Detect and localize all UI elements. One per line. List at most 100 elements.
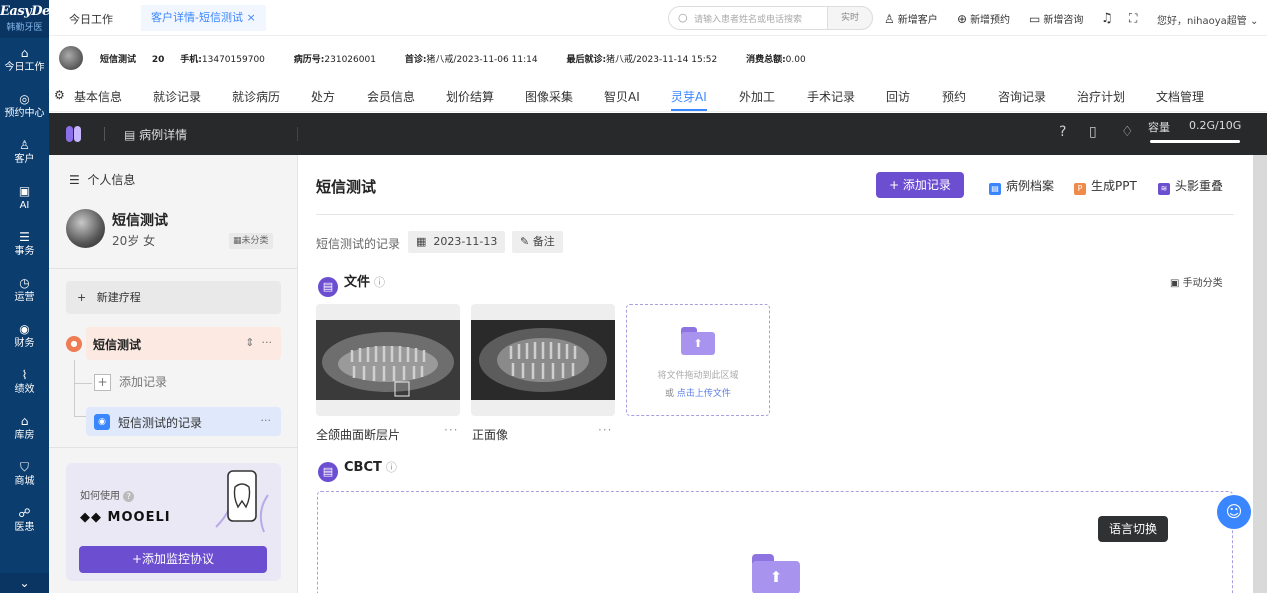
gear-icon[interactable]: ⚙ [54,88,65,102]
date-chip[interactable]: ▦ 2023-11-13 [408,231,506,253]
case-item[interactable]: 短信测试 ⇕ ··· [86,327,281,360]
tab-1[interactable]: 就诊记录 [153,88,201,105]
cbct-title: CBCT [344,460,382,475]
case-archive-button[interactable]: ▤ 病例档案 [989,177,1054,195]
record-item[interactable]: ◉ 短信测试的记录 ··· [86,407,281,436]
nav-item[interactable]: ⌇ 绩效 [0,360,49,406]
nav-item[interactable]: ⛉ 商城 [0,452,49,498]
note-button[interactable]: ✎ 备注 [512,231,563,253]
add-consult-button[interactable]: ▭ 新增咨询 [1029,11,1083,26]
tab-5[interactable]: 划价结算 [446,88,494,105]
divider [316,214,1234,215]
nav-item[interactable]: ▣ AI [0,176,49,222]
new-course-button[interactable]: + 新建疗程 [66,281,281,314]
tab-6[interactable]: 图像采集 [525,88,573,105]
search-box[interactable]: ○ 请输入患者姓名或电话搜索 实时 [668,6,873,30]
more-icon[interactable]: ··· [261,414,272,427]
avatar [66,209,105,248]
nav-icon: ◷ [19,276,30,290]
patient-summary: 短信测试 20 手机:13470159700 病历号:231026001 首诊:… [49,38,1267,80]
upload-link[interactable]: 点击上传文件 [677,389,731,399]
nav-label: AI [19,200,30,211]
search-input[interactable]: 请输入患者姓名或电话搜索 [694,12,802,25]
record-value: 231026001 [324,55,376,65]
add-record-item[interactable]: + 添加记录 [94,373,167,391]
upload-or: 或 点击上传文件 [627,386,769,399]
notification-icon[interactable]: ♢ [1121,124,1134,140]
nav-item[interactable]: ☰ 事务 [0,222,49,268]
divider [297,127,298,141]
question-icon: ? [123,491,135,502]
tab-7[interactable]: 智贝AI [604,88,640,105]
record-label: 短信测试的记录 [316,237,401,251]
add-customer-button[interactable]: ♙ 新增客户 [884,11,938,26]
tab-12[interactable]: 预约 [942,88,966,105]
tab-10[interactable]: 手术记录 [807,88,855,105]
file-clock-icon[interactable]: ▯ [1089,124,1097,140]
tab-0[interactable]: 基本信息 [74,88,122,105]
divider [104,127,105,141]
personal-info-header: ☰ 个人信息 [69,171,135,188]
nav-item[interactable]: ⌂ 库房 [0,406,49,452]
nav-item[interactable]: ♙ 客户 [0,130,49,176]
thumb-caption: 正面像 [472,428,509,442]
tab-9[interactable]: 外加工 [739,88,775,105]
add-user-icon: ♙ [884,12,895,26]
manual-classify-button[interactable]: ▣ 手动分类 [1170,274,1223,289]
search-icon: ○ [678,11,688,24]
ceph-overlay-button[interactable]: ≋ 头影重叠 [1158,177,1223,195]
archive-icon: ▤ [989,183,1001,195]
tab-2[interactable]: 就诊病历 [232,88,280,105]
manual-classify-label: 手动分类 [1182,278,1223,289]
add-appointment-button[interactable]: ⊕ 新增预约 [957,11,1010,26]
add-record-button[interactable]: + 添加记录 [876,172,964,198]
more-icon[interactable]: ··· [444,423,458,437]
nav-item[interactable]: ☍ 医患 [0,498,49,544]
more-icon[interactable]: ··· [598,423,612,437]
user-service-icon[interactable]: ☺ [1217,495,1251,529]
cbct-upload-dropzone[interactable]: ⬆ [317,491,1233,593]
tab-15[interactable]: 文档管理 [1156,88,1204,105]
search-mode-button[interactable]: 实时 [827,6,873,30]
nav-icon: ⌂ [20,414,29,428]
nav-label: 今日工作 [4,62,45,73]
info-icon[interactable]: ⓘ [386,461,397,474]
xray-thumbnail-frontal[interactable] [471,304,615,416]
record-label: 病历号: [293,55,325,65]
tab-11[interactable]: 回访 [886,88,910,105]
tab-13[interactable]: 咨询记录 [998,88,1046,105]
xray-thumbnail-panoramic[interactable] [316,304,460,416]
tab-3[interactable]: 处方 [311,88,335,105]
how-to-use[interactable]: 如何使用 ? [80,487,135,502]
case-actions[interactable]: ⇕ ··· [245,336,272,349]
tab-4[interactable]: 会员信息 [367,88,415,105]
nav-expand-chevron-icon[interactable]: ⌄ [0,573,49,593]
left-panel: ☰ 个人信息 短信测试 20岁 女 ▦未分类 + 新建疗程 ● 短信测试 ⇕ ·… [49,155,298,593]
user-greeting[interactable]: 您好，nihaoya超管 ⌄ [1157,12,1258,27]
tab-8[interactable]: 灵芽AI [671,88,707,111]
ceph-overlay-label: 头影重叠 [1175,179,1224,193]
tab-customer-detail[interactable]: 客户详情-短信测试 × [141,5,266,31]
nav-label: 预约中心 [4,108,45,119]
mooeli-label: MOOELI [107,510,171,525]
fullscreen-icon[interactable]: ⛶ [1129,11,1137,26]
help-icon[interactable]: ? [1059,124,1066,140]
bell-icon[interactable]: ♫ [1101,11,1113,26]
divider [49,268,298,269]
add-protocol-button[interactable]: +添加监控协议 [79,546,267,573]
nav-icon: ♙ [19,138,30,152]
category-badge[interactable]: ▦未分类 [229,233,273,249]
nav-item[interactable]: ◉ 财务 [0,314,49,360]
nav-item[interactable]: ⌂ 今日工作 [0,38,49,84]
tab-today[interactable]: 今日工作 [69,11,113,27]
generate-ppt-button[interactable]: P 生成PPT [1074,177,1137,195]
nav-item[interactable]: ◎ 预约中心 [0,84,49,130]
tab-14[interactable]: 治疗计划 [1077,88,1125,105]
vertical-scrollbar[interactable] [1253,155,1267,593]
chevron-down-icon: ⌄ [1249,16,1259,27]
nav-item[interactable]: ◷ 运营 [0,268,49,314]
upload-folder-icon: ⬆ [752,554,800,593]
upload-dropzone[interactable]: ⬆ 将文件拖动到此区域 或 点击上传文件 [626,304,770,416]
info-icon[interactable]: ⓘ [374,276,385,289]
brand-logo[interactable]: EasyDent 韩勤牙医 [0,0,65,38]
